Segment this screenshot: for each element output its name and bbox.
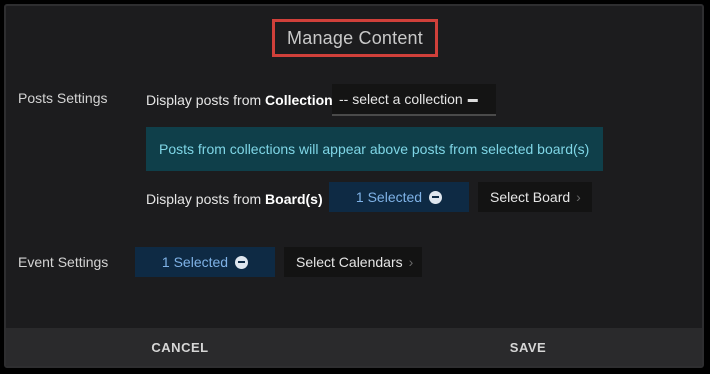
select-calendars-label: Select Calendars	[296, 254, 403, 270]
save-button[interactable]: SAVE	[354, 328, 702, 366]
boards-selected-pill[interactable]: 1 Selected	[329, 182, 469, 212]
boards-selected-text: 1 Selected	[355, 189, 423, 205]
cancel-button[interactable]: CANCEL	[6, 328, 354, 366]
dropdown-arrow-icon: ▬	[467, 93, 478, 105]
modal-title: Manage Content	[287, 27, 423, 48]
chevron-right-icon: ›	[576, 189, 581, 205]
collections-info-banner: Posts from collections will appear above…	[146, 127, 603, 171]
remove-icon[interactable]	[429, 190, 443, 204]
posts-settings-label: Posts Settings	[18, 90, 108, 106]
collection-select-value: -- select a collection	[339, 91, 463, 107]
event-settings-label: Event Settings	[18, 254, 109, 270]
manage-content-modal: Manage Content Posts Settings Display po…	[4, 4, 704, 368]
select-board-label: Select Board	[490, 189, 571, 205]
remove-icon[interactable]	[235, 255, 249, 269]
select-calendars-button[interactable]: Select Calendars ›	[284, 247, 422, 277]
calendars-selected-pill[interactable]: 1 Selected	[135, 247, 275, 277]
collection-row-label: Display posts from Collection	[146, 92, 333, 108]
modal-footer: CANCEL SAVE	[6, 328, 702, 366]
modal-title-box: Manage Content	[272, 19, 438, 57]
collection-select[interactable]: -- select a collection ▬	[332, 84, 496, 116]
info-banner-text: Posts from collections will appear above…	[159, 141, 590, 157]
select-board-button[interactable]: Select Board ›	[478, 182, 592, 212]
calendars-selected-text: 1 Selected	[161, 254, 229, 270]
board-row-label: Display posts from Board(s)	[146, 191, 323, 207]
chevron-right-icon: ›	[408, 254, 414, 270]
